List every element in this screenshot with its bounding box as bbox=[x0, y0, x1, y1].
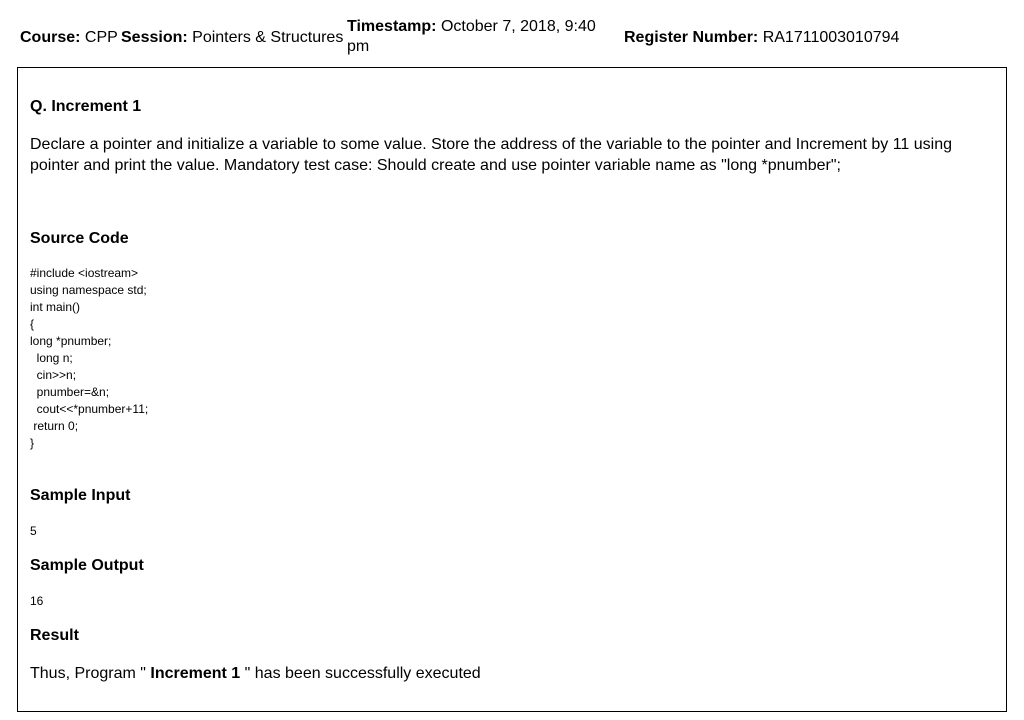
document-frame: Q. Increment 1 Declare a pointer and ini… bbox=[17, 67, 1007, 712]
session-label: Session: bbox=[121, 29, 188, 46]
source-code-block: #include <iostream> using namespace std;… bbox=[30, 266, 149, 450]
result-prefix: Thus, Program " bbox=[30, 665, 151, 682]
course-field: Course: CPP bbox=[20, 28, 118, 48]
sample-input-value: 5 bbox=[30, 524, 37, 538]
sample-output-heading: Sample Output bbox=[30, 557, 144, 574]
timestamp-field: Timestamp: October 7, 2018, 9:40 pm bbox=[347, 17, 617, 57]
course-label: Course: bbox=[20, 29, 81, 46]
sample-input-heading: Sample Input bbox=[30, 487, 131, 504]
register-label: Register Number: bbox=[624, 29, 759, 46]
sample-output-value: 16 bbox=[30, 594, 44, 608]
page-header: Course: CPP Session: Pointers & Structur… bbox=[0, 0, 1024, 68]
question-text: Declare a pointer and initialize a varia… bbox=[30, 136, 953, 174]
question-title: Q. Increment 1 bbox=[30, 98, 142, 115]
timestamp-label: Timestamp: bbox=[347, 18, 437, 35]
register-number-field: Register Number: RA1711003010794 bbox=[624, 28, 899, 48]
result-heading: Result bbox=[30, 627, 79, 644]
course-value: CPP bbox=[84, 29, 118, 46]
session-value: Pointers & Structures bbox=[192, 29, 344, 46]
result-suffix: " has been successfully executed bbox=[240, 665, 481, 682]
session-field: Session: Pointers & Structures bbox=[121, 28, 343, 48]
source-code-heading: Source Code bbox=[30, 230, 129, 247]
result-program-name: Increment 1 bbox=[150, 665, 241, 682]
result-text: Thus, Program " Increment 1 " has been s… bbox=[30, 663, 990, 684]
register-value: RA1711003010794 bbox=[762, 29, 900, 46]
